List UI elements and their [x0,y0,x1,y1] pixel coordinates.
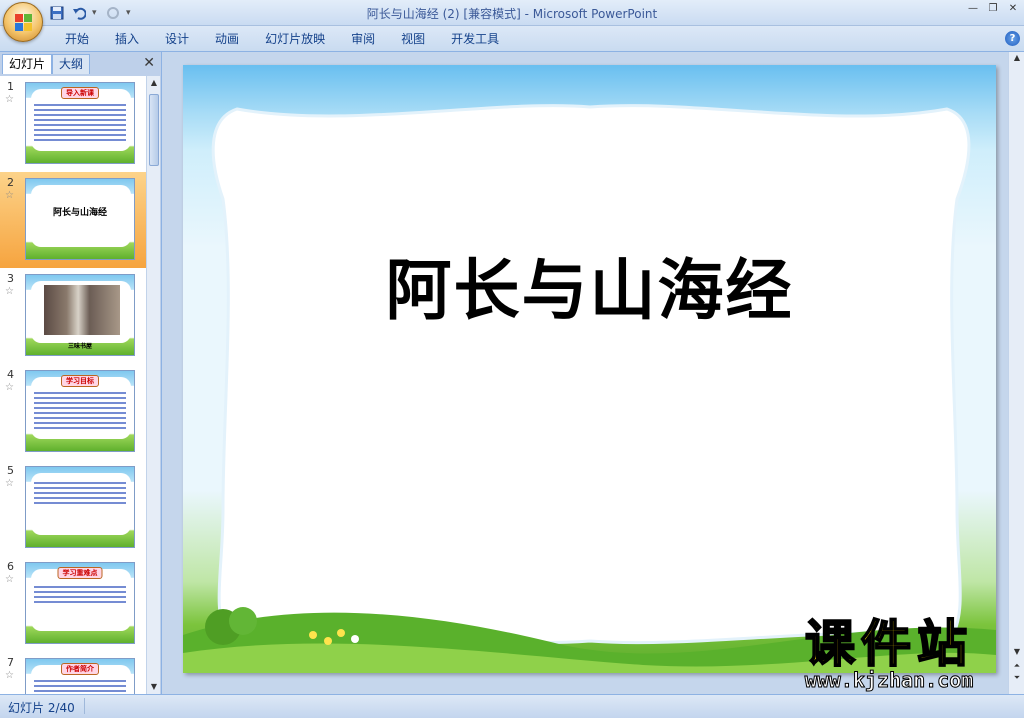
slide-thumbnail-5[interactable]: 5 ☆ [0,460,146,556]
animation-star-icon: ☆ [5,478,14,489]
slide-number: 3 [7,272,14,285]
scroll-down-icon[interactable]: ▼ [147,680,161,694]
tab-review[interactable]: 审阅 [338,30,388,48]
office-logo-icon [15,14,33,32]
slide-number: 2 [7,176,14,189]
slide-indicator: 幻灯片 2/40 [8,701,75,715]
close-window-icon[interactable]: ✕ [1006,2,1020,16]
slide-preview: 学习目标 [25,370,135,452]
animation-star-icon: ☆ [5,190,14,201]
panel-scrollbar[interactable]: ▲ ▼ [146,76,160,694]
thumbnail-list[interactable]: 1 ☆ 导入新课 2 ☆ 阿长与山海经 3 ☆ 三味书屋 4 ☆ 学习目标 5 … [0,76,146,694]
scrollbar-thumb[interactable] [149,94,159,166]
editor-scrollbar[interactable]: ▲ ▼ ⏶ ⏷ [1008,52,1024,694]
slide-number: 6 [7,560,14,573]
close-icon[interactable]: ✕ [143,55,155,71]
next-slide-icon[interactable]: ⏷ [1009,672,1024,684]
thumbnail-title: 学习目标 [61,375,99,387]
slide-number: 1 [7,80,14,93]
photo-image [44,285,120,335]
slide-thumbnail-3[interactable]: 3 ☆ 三味书屋 [0,268,146,364]
slide-preview: 导入新课 [25,82,135,164]
window-title: 阿长与山海经 (2) [兼容模式] - Microsoft PowerPoint [366,7,658,21]
slides-panel: 幻灯片 大纲 ✕ 1 ☆ 导入新课 2 ☆ 阿长与山海经 3 ☆ 三味书屋 4 … [0,52,162,694]
slide-thumbnail-7[interactable]: 7 ☆ 作者简介 [0,652,146,694]
slide-preview [25,466,135,548]
ribbon-tabs: 开始 插入 设计 动画 幻灯片放映 审阅 视图 开发工具 [52,30,512,48]
watermark-url: www.kjzhan.com [804,668,974,693]
minimize-icon[interactable]: — [966,2,980,16]
tab-animation[interactable]: 动画 [202,30,252,48]
slide-thumbnail-1[interactable]: 1 ☆ 导入新课 [0,76,146,172]
current-slide[interactable]: 阿长与山海经 [183,65,996,673]
window-controls: — ❐ ✕ [966,2,1020,16]
slide-title[interactable]: 阿长与山海经 [183,237,996,333]
tab-slideshow[interactable]: 幻灯片放映 [252,30,338,48]
animation-star-icon: ☆ [5,670,14,681]
slide-thumbnail-4[interactable]: 4 ☆ 学习目标 [0,364,146,460]
slide-editor: 阿长与山海经 [163,52,1008,694]
animation-star-icon: ☆ [5,94,14,105]
slide-preview: 阿长与山海经 [25,178,135,260]
thumbnail-title: 作者简介 [61,663,99,675]
slide-thumbnail-6[interactable]: 6 ☆ 学习重难点 [0,556,146,652]
thumbnail-title: 导入新课 [61,87,99,99]
thumbnail-title: 学习重难点 [57,567,103,579]
watermark: 课件站 www.kjzhan.com [773,615,1005,694]
tab-developer[interactable]: 开发工具 [438,30,512,48]
thumbnail-title: 阿长与山海经 [52,208,107,218]
scroll-up-icon[interactable]: ▲ [1009,52,1024,64]
office-button[interactable] [3,2,43,42]
tab-design[interactable]: 设计 [152,30,202,48]
tab-view[interactable]: 视图 [388,30,438,48]
slide-number: 7 [7,656,14,669]
slide-preview: 学习重难点 [25,562,135,644]
tab-outline[interactable]: 大纲 [52,54,91,74]
help-icon[interactable]: ? [1005,31,1020,46]
pillow-frame-shape [211,104,971,645]
scroll-down-icon[interactable]: ▼ [1009,646,1024,658]
status-divider [84,698,85,714]
watermark-text: 课件站 [804,615,973,673]
animation-star-icon: ☆ [5,382,14,393]
animation-star-icon: ☆ [5,286,14,297]
tab-insert[interactable]: 插入 [102,30,152,48]
restore-icon[interactable]: ❐ [986,2,1000,16]
panel-tabs: 幻灯片 大纲 [2,54,91,74]
status-bar: 幻灯片 2/40 [0,694,1024,718]
title-bar: ▾ ▾ 阿长与山海经 (2) [兼容模式] - Microsoft PowerP… [0,0,1024,42]
scroll-up-icon[interactable]: ▲ [147,76,161,90]
ribbon: 开始 插入 设计 动画 幻灯片放映 审阅 视图 开发工具 ? [0,26,1024,52]
previous-slide-icon[interactable]: ⏶ [1009,660,1024,672]
slide-preview: 作者简介 [25,658,135,694]
animation-star-icon: ☆ [5,574,14,585]
slide-number: 4 [7,368,14,381]
slide-thumbnail-2[interactable]: 2 ☆ 阿长与山海经 [0,172,146,268]
tab-home[interactable]: 开始 [52,30,102,48]
slide-number: 5 [7,464,14,477]
thumbnail-caption: 三味书屋 [67,343,92,350]
tab-slides[interactable]: 幻灯片 [2,54,53,74]
slide-preview: 三味书屋 [25,274,135,356]
